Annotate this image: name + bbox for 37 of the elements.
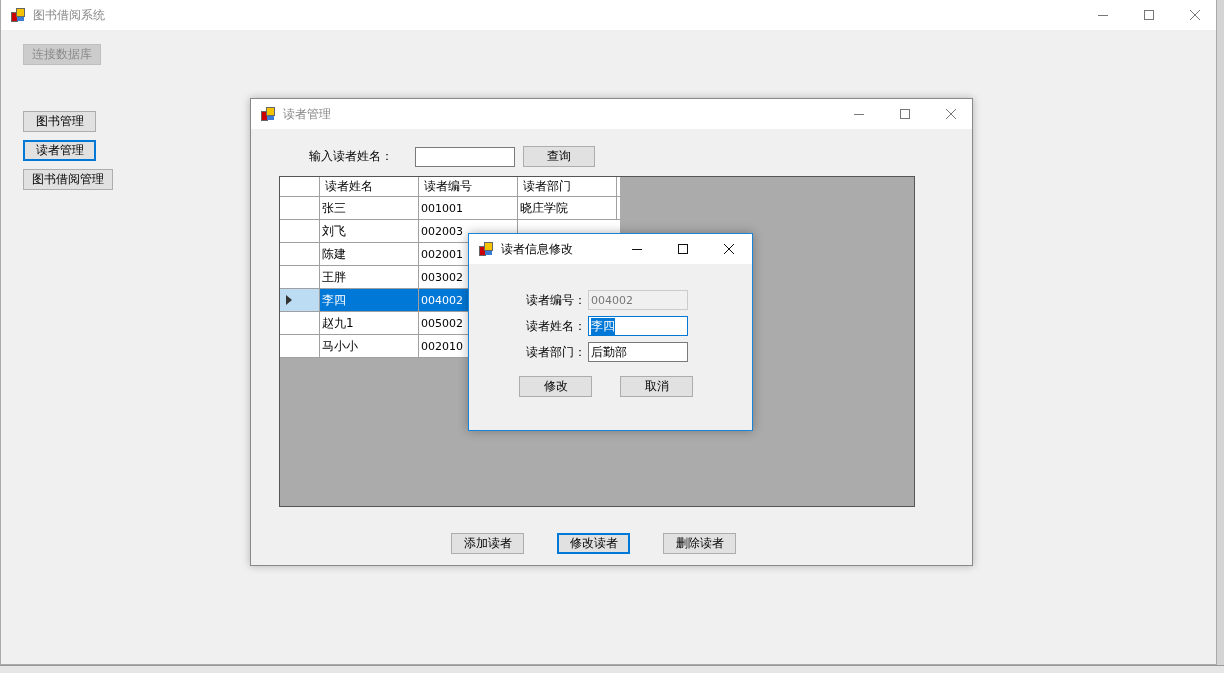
- table-cell: 李四: [320, 289, 419, 311]
- dialog-button[interactable]: 修改: [519, 376, 592, 397]
- action-button[interactable]: 修改读者: [557, 533, 630, 554]
- maximize-icon[interactable]: [678, 244, 688, 254]
- search-button[interactable]: 查询: [523, 146, 595, 167]
- nav-button[interactable]: 读者管理: [23, 140, 96, 161]
- table-cell: 001001: [419, 197, 518, 219]
- nav-button[interactable]: 图书管理: [23, 111, 96, 132]
- field-label: 读者姓名：: [526, 317, 586, 335]
- app-icon: [261, 107, 275, 121]
- field-label: 读者编号：: [526, 291, 586, 309]
- input-field[interactable]: 李四: [588, 316, 688, 336]
- table-cell: 赵九1: [320, 312, 419, 334]
- column-header[interactable]: 读者部门: [518, 177, 617, 196]
- app-icon: [479, 242, 493, 256]
- dialog-button[interactable]: 取消: [620, 376, 693, 397]
- table-cell: 马小小: [320, 335, 419, 357]
- close-icon[interactable]: [724, 244, 734, 254]
- action-button[interactable]: 添加读者: [451, 533, 524, 554]
- window-title: 图书借阅系统: [33, 6, 105, 24]
- input-field[interactable]: 后勤部: [588, 342, 688, 362]
- search-label: 输入读者姓名：: [309, 148, 393, 165]
- table-cell: 晓庄学院: [518, 197, 617, 219]
- window-title: 读者管理: [283, 105, 331, 123]
- table-cell: 陈建: [320, 243, 419, 265]
- table-row[interactable]: 张三 001001 晓庄学院: [280, 197, 620, 220]
- column-header[interactable]: 读者姓名: [320, 177, 419, 196]
- row-pointer-icon: [286, 295, 292, 305]
- field-label: 读者部门：: [526, 343, 586, 361]
- table-cell: 刘飞: [320, 220, 419, 242]
- column-header[interactable]: 读者编号: [419, 177, 518, 196]
- table-cell: 王胖: [320, 266, 419, 288]
- table-cell: 张三: [320, 197, 419, 219]
- nav-button[interactable]: 图书借阅管理: [23, 169, 113, 190]
- app-icon: [11, 8, 25, 22]
- action-button[interactable]: 删除读者: [663, 533, 736, 554]
- search-field[interactable]: [415, 146, 515, 167]
